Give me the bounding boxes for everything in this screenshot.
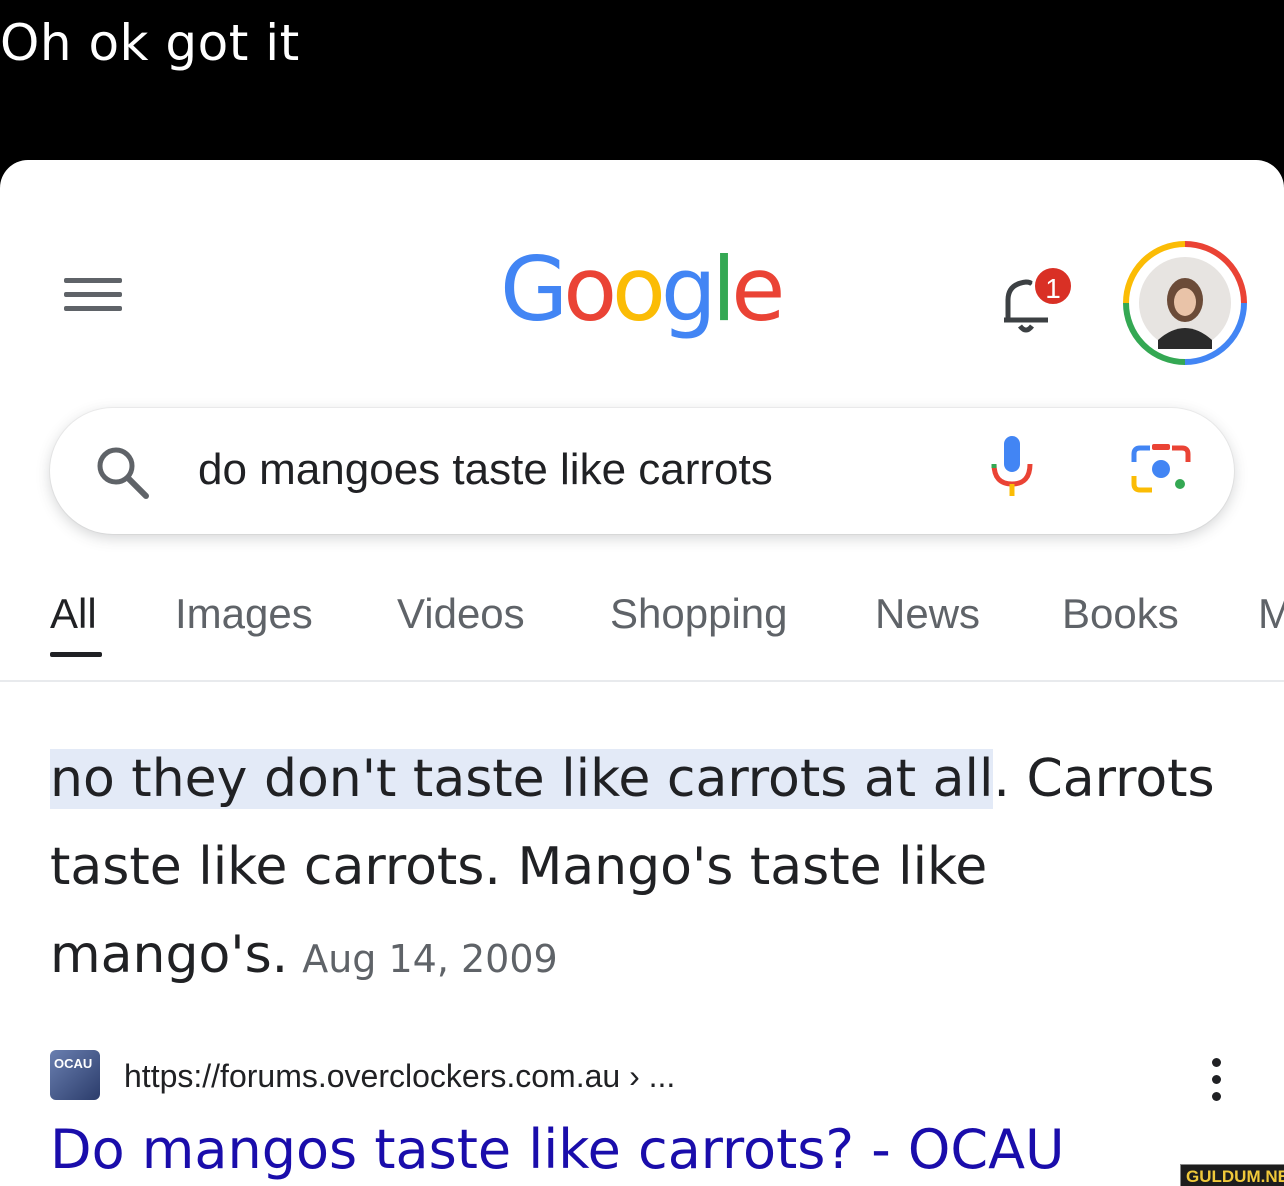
logo-letter: G bbox=[500, 238, 568, 341]
logo-letter: o bbox=[563, 238, 617, 341]
snippet-date: Aug 14, 2009 bbox=[302, 937, 558, 981]
search-icon[interactable] bbox=[92, 442, 152, 502]
site-favicon: OCAU bbox=[50, 1050, 100, 1100]
featured-snippet: no they don't taste like carrots at all.… bbox=[50, 735, 1230, 1003]
microphone-icon[interactable] bbox=[984, 432, 1040, 502]
tab-books[interactable]: Books bbox=[1062, 590, 1179, 638]
hamburger-menu-icon[interactable] bbox=[64, 278, 122, 316]
logo-letter: l bbox=[711, 238, 737, 341]
search-input[interactable] bbox=[198, 440, 938, 500]
google-logo[interactable]: Google bbox=[500, 238, 785, 341]
notification-badge: 1 bbox=[1032, 265, 1074, 307]
tab-more[interactable]: M bbox=[1258, 590, 1284, 638]
tab-images[interactable]: Images bbox=[175, 590, 313, 638]
account-avatar[interactable] bbox=[1122, 240, 1248, 366]
google-search-screen: Google 1 All Images Videos Shopp bbox=[0, 160, 1284, 1186]
tab-videos[interactable]: Videos bbox=[397, 590, 525, 638]
result-url[interactable]: https://forums.overclockers.com.au › ... bbox=[124, 1058, 675, 1095]
snippet-highlight: no they don't taste like carrots at all bbox=[50, 749, 994, 809]
tab-all[interactable]: All bbox=[50, 590, 97, 638]
more-options-icon[interactable] bbox=[1204, 1058, 1228, 1110]
logo-letter: e bbox=[731, 238, 785, 341]
post-caption: Oh ok got it bbox=[0, 14, 300, 72]
divider bbox=[0, 680, 1284, 682]
result-title-link[interactable]: Do mangos taste like carrots? - OCAU bbox=[50, 1118, 1065, 1181]
logo-letter: g bbox=[660, 238, 717, 341]
active-tab-indicator bbox=[50, 652, 102, 657]
tab-news[interactable]: News bbox=[875, 590, 980, 638]
google-lens-icon[interactable] bbox=[1128, 440, 1194, 498]
watermark: GULDUM.NET bbox=[1180, 1164, 1284, 1186]
logo-letter: o bbox=[612, 238, 666, 341]
tab-shopping[interactable]: Shopping bbox=[610, 590, 788, 638]
favicon-label: OCAU bbox=[54, 1056, 93, 1071]
